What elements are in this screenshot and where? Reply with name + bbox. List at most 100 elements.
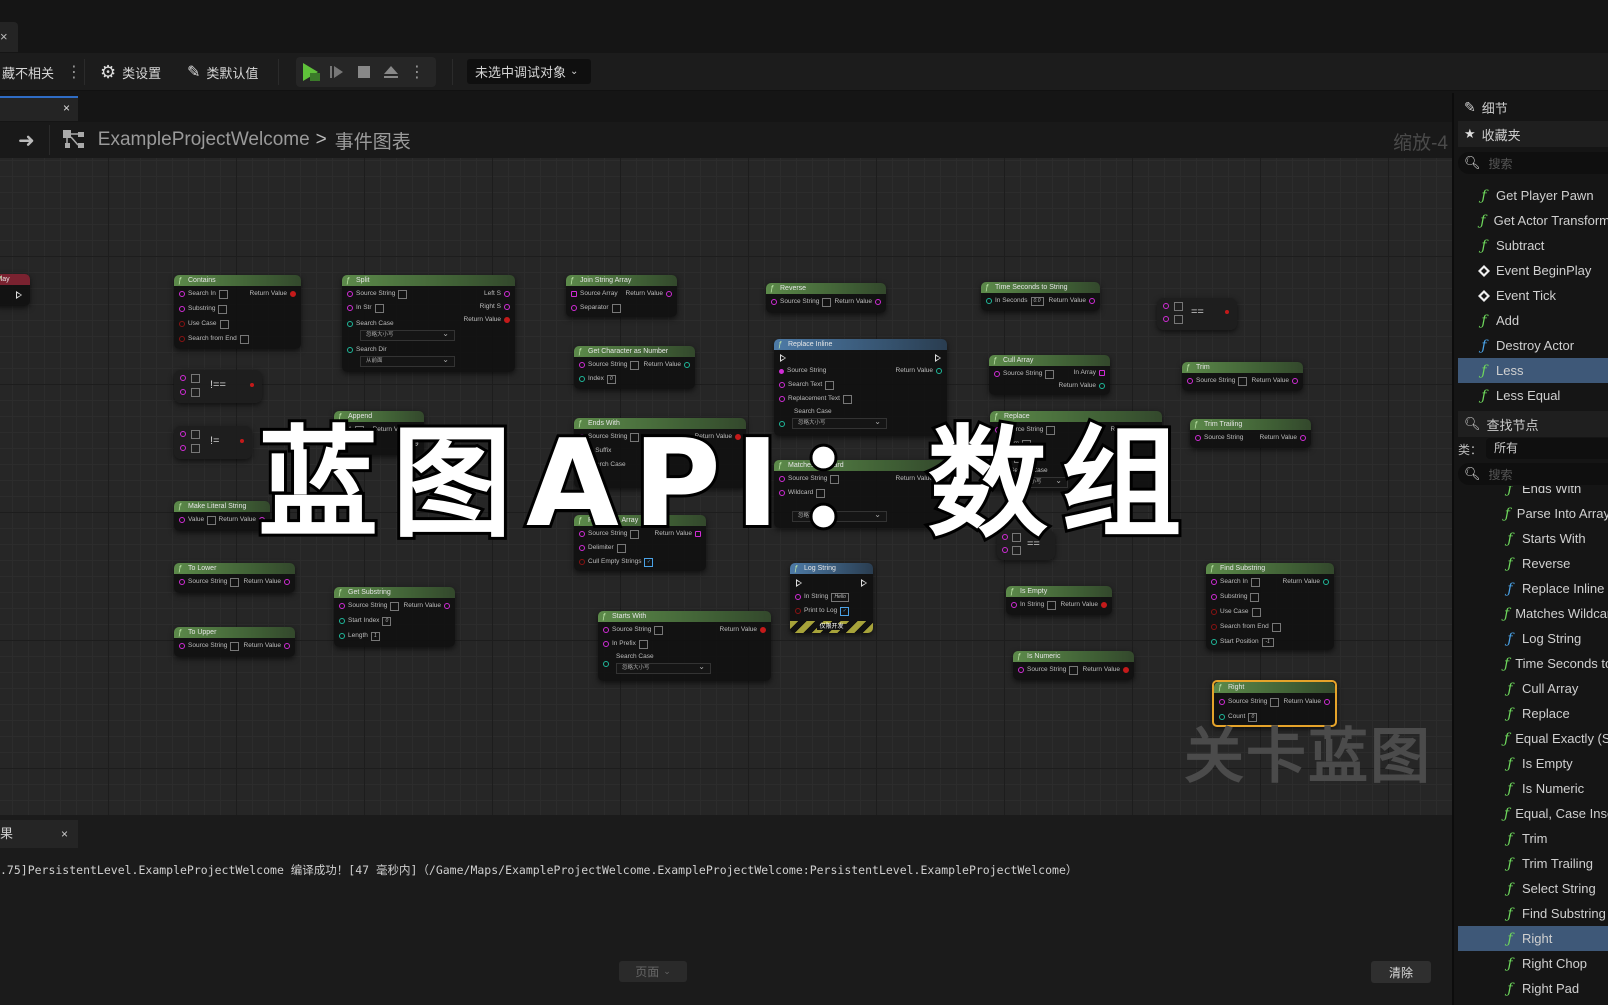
pin-source-string[interactable]: Source String [771,297,832,307]
node-event-beginplay-partial[interactable]: Play [0,274,30,306]
node-starts-with[interactable]: Starts With Source String In Prefix Retu… [598,611,771,681]
exec-in-pin[interactable] [796,579,802,587]
pin-search-dir[interactable]: Search Dir [347,345,387,355]
node-time-seconds-to-string[interactable]: Time Seconds to String In Seconds0.0 Ret… [981,282,1100,311]
pin-source-string[interactable]: Source String [579,360,640,370]
pin-cull-empty-strings[interactable]: Cull Empty Strings ✓ [579,557,654,567]
node-log-string[interactable]: Log String In StringHello Print to Log✓ … [790,563,873,633]
hide-unrelated-button[interactable]: 藏不相关 [2,53,54,91]
pin-return-value[interactable]: Return Value [1252,376,1298,386]
node-equal-exactly[interactable]: == [1157,298,1237,330]
pin-return-value[interactable]: Return Value [720,625,766,635]
pin-return-value[interactable]: Return Value [835,297,881,307]
pin-index[interactable]: Index 0 [579,374,616,384]
pin-search-case[interactable]: Search Case [347,319,394,329]
node-contains[interactable]: Contains Search In Substring Use Case Se… [174,275,301,349]
node-make-literal-string[interactable]: Make Literal String Value Return Value [174,501,270,531]
debug-target-select[interactable]: 未选中调试对象 ⌄ [467,59,591,84]
node-to-lower[interactable]: To Lower Source String Return Value [174,563,295,593]
tab-event-graph[interactable]: × [0,96,78,121]
node-list-item[interactable]: ƒ Reverse [1458,551,1608,576]
exec-out-pin[interactable] [16,291,22,299]
node-not-equal-exactly[interactable]: !== [174,370,262,403]
clear-button[interactable]: 清除 [1371,961,1431,983]
favorites-search-input[interactable]: 🔍︎ 搜索 [1458,152,1608,174]
pin-start-index[interactable]: Start Index 0 [339,616,392,626]
page-dropdown[interactable]: 页面 ⌄ [619,961,687,982]
node-list-item[interactable]: ƒ Matches Wildcard [1458,601,1608,626]
pin-source-string[interactable]: Source String [603,625,664,635]
play-options-icon[interactable]: ⋮ [404,57,430,87]
pin-return-value[interactable]: Return Value [404,601,450,611]
node-list-item[interactable]: ƒ Right Chop [1458,951,1608,976]
exec-out-pin[interactable] [935,354,941,362]
pin-source-string[interactable]: Source String [1195,433,1243,443]
favorite-item[interactable]: ƒ Less Equal [1458,383,1608,408]
pin-return-value[interactable]: Return Value [896,366,942,376]
node-trim[interactable]: Trim Source String Return Value [1182,362,1303,391]
pin-source-string[interactable]: Source String [779,366,826,376]
pin-source-string[interactable]: Source String [1187,376,1248,386]
node-list-item[interactable]: ƒ Select String [1458,876,1608,901]
node-list-item[interactable]: ƒ Log String [1458,626,1608,651]
node-list-item[interactable]: ƒ Replace [1458,701,1608,726]
node-reverse[interactable]: Reverse Source String Return Value [766,283,886,313]
favorite-item[interactable]: ƒ Less [1458,358,1608,383]
step-button[interactable] [324,57,350,87]
search-case-dropdown[interactable]: 忽略大小写 [616,662,711,674]
favorite-item[interactable]: Event Tick [1458,283,1608,308]
pin-right[interactable]: Right S [480,302,510,312]
pin-search-from-end[interactable]: Search from End [1211,622,1281,632]
node-find-substring[interactable]: Find Substring Search In Substring Use C… [1206,563,1334,650]
pin-source-string[interactable]: Source String [1219,697,1280,707]
tab-compiler-results[interactable]: 果 × [0,820,78,848]
pin-return-value[interactable]: Return Value [1083,665,1129,675]
pin-source-array[interactable]: Source Array [571,289,618,299]
pin-use-case[interactable]: Use Case [1211,607,1261,617]
node-not-equal[interactable]: != [174,426,252,459]
favorite-item[interactable]: ƒ Destroy Actor [1458,333,1608,358]
pin-in-prefix[interactable]: In Prefix [603,639,648,649]
pin-return-value[interactable]: Return Value [1284,697,1330,707]
close-icon[interactable]: × [63,101,70,115]
node-list-item[interactable]: ƒ Find Substring [1458,901,1608,926]
node-list-item[interactable]: ƒ Trim [1458,826,1608,851]
pin-source-string[interactable]: Source String [339,601,400,611]
pin-in-str[interactable]: In Str [347,303,384,313]
favorite-item[interactable]: ƒ Get Actor Transform [1458,208,1608,233]
pin-substring[interactable]: Substring [1211,592,1260,602]
pin-source-string[interactable]: Source String [347,289,408,299]
pin-in-string[interactable]: In String [1011,600,1057,610]
favorite-item[interactable]: ƒ Get Player Pawn [1458,183,1608,208]
eject-button[interactable] [378,57,404,87]
pin-left[interactable]: Left S [484,289,510,299]
class-settings-button[interactable]: ⚙ 类设置 [100,53,161,91]
pin-return-value[interactable]: Return Value [464,315,510,325]
class-defaults-button[interactable]: ✎ 类默认值 [187,53,258,91]
node-list-item[interactable]: ƒ Trim Trailing [1458,851,1608,876]
pin-return-value[interactable]: Return Value [1059,381,1105,391]
search-case-dropdown[interactable]: 忽略大小写 [360,329,455,341]
pin-return-value[interactable]: Return Value [626,289,672,299]
node-list[interactable]: ƒ Ends With ƒ Parse Into Array ƒ Starts With ƒ… [1454,486,1608,996]
pin-replacement-text[interactable]: Replacement Text [779,394,852,404]
node-list-item[interactable]: ƒ Equal, Case Insensitive [1458,801,1608,826]
node-list-item[interactable]: ƒ Replace Inline [1458,576,1608,601]
pin-return-value[interactable]: Return Value [244,577,290,587]
pin-substring[interactable]: Substring [179,304,228,314]
node-split[interactable]: Split Source String In Str Left S Right … [342,275,515,372]
pin-return-value[interactable]: Return Value [244,641,290,651]
pin-start-position[interactable]: Start Position -1 [1211,637,1274,647]
forward-arrow-icon[interactable]: ➜ [18,128,35,153]
pin-return-value[interactable]: Return Value [1283,577,1329,587]
node-get-character-as-number[interactable]: Get Character as Number Source String In… [574,346,695,389]
node-list-item[interactable]: ƒ Right Pad [1458,976,1608,997]
favorite-item[interactable]: ƒ Subtract [1458,233,1608,258]
search-dir-dropdown[interactable]: 从前面 [360,355,455,367]
exec-in-pin[interactable] [780,354,786,362]
node-list-item[interactable]: ƒ Is Empty [1458,751,1608,776]
pin-separator[interactable]: Separator [571,303,621,313]
close-icon[interactable]: × [61,820,68,848]
node-get-substring[interactable]: Get Substring Source String Start Index0… [334,587,455,647]
category-select[interactable]: 所有 [1486,438,1608,459]
